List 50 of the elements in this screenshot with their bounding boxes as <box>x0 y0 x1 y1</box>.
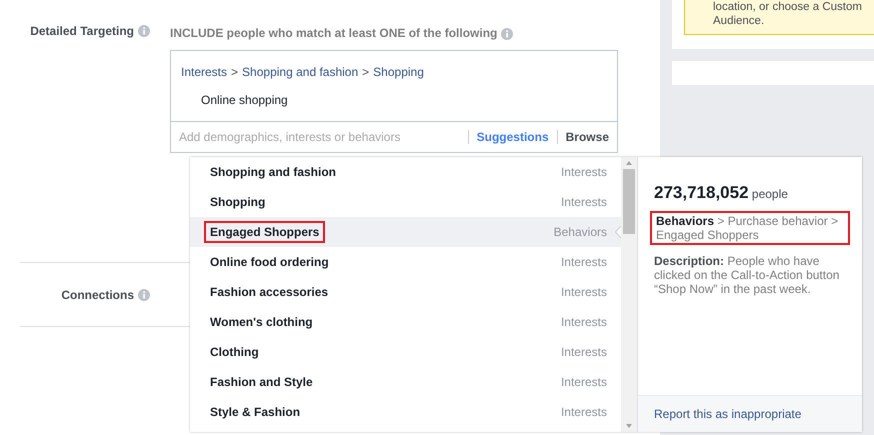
breadcrumb-separator: > <box>231 65 238 79</box>
scroll-down-icon[interactable] <box>625 423 633 429</box>
field-label: Connections <box>61 288 134 302</box>
suggestion-category: Behaviors <box>554 225 607 239</box>
suggestion-category: Interests <box>560 375 607 389</box>
suggestion-name: Online food ordering <box>209 254 330 271</box>
suggestion-item[interactable]: Online food ordering Interests <box>190 247 621 277</box>
tab[interactable]: Suggestions <box>476 130 549 144</box>
tab[interactable]: Browse <box>566 130 609 144</box>
suggestion-category: Interests <box>560 315 607 329</box>
suggestion-category: Interests <box>560 255 607 269</box>
info-icon[interactable] <box>138 25 150 37</box>
info-icon[interactable] <box>501 28 514 40</box>
breadcrumb-link[interactable]: Interests <box>181 65 228 79</box>
pointer-icon <box>615 226 621 238</box>
notice-text: location, or choose a Custom Audience. <box>713 1 862 27</box>
suggestion-name: Fashion accessories <box>209 284 330 301</box>
suggestion-item[interactable]: Shopping and fashion Interests <box>190 157 621 187</box>
suggestion-category: Interests <box>560 195 607 209</box>
category-path: Behaviors > Purchase behavior > Engaged Shoppers <box>650 211 850 245</box>
suggestion-item[interactable]: Fashion and Style Interests <box>190 367 621 397</box>
scroll-up-icon[interactable] <box>625 160 633 166</box>
suggestion-name: Shopping <box>209 194 266 211</box>
count-unit: people <box>752 187 788 201</box>
selected-interest: Online shopping <box>200 92 289 109</box>
suggestion-name: Engaged Shoppers <box>204 221 326 243</box>
suggestion-category: Interests <box>560 405 607 419</box>
info-icon[interactable] <box>138 289 150 301</box>
suggestion-name: Style & Fashion <box>209 404 302 421</box>
suggestion-name: Fashion and Style <box>209 374 314 391</box>
breadcrumb-separator: > <box>362 65 370 79</box>
suggestion-category: Interests <box>560 165 607 179</box>
scrollbar-thumb[interactable] <box>623 169 635 234</box>
suggestion-category: Interests <box>560 345 607 359</box>
audience-count: 273,718,052 <box>654 183 749 202</box>
breadcrumb-link[interactable]: Shopping and fashion <box>242 65 358 79</box>
field-label: Detailed Targeting <box>30 24 134 38</box>
suggestion-item[interactable]: Clothing Interests <box>190 337 621 367</box>
suggestion-name: Women's clothing <box>209 314 314 331</box>
suggestion-name: Shopping and fashion <box>209 164 337 181</box>
suggestion-item[interactable]: Engaged Shoppers Behaviors <box>190 217 621 247</box>
suggestion-item[interactable]: Style & Fashion Interests <box>190 397 621 427</box>
include-text: INCLUDE people who match at least ONE of the following <box>170 26 498 40</box>
suggestion-item[interactable]: Women's clothing Interests <box>190 307 621 337</box>
breadcrumb-link[interactable]: Shopping <box>373 65 424 79</box>
suggestion-item[interactable]: Shopping Interests <box>190 187 621 217</box>
suggestion-category: Interests <box>560 285 607 299</box>
description-text: Description: People who have clicked on the Call-to-Action button “Shop Now” in the past week. <box>654 254 840 296</box>
suggestion-name: Clothing <box>209 344 260 361</box>
suggestion-item[interactable]: Fashion accessories Interests <box>190 277 621 307</box>
